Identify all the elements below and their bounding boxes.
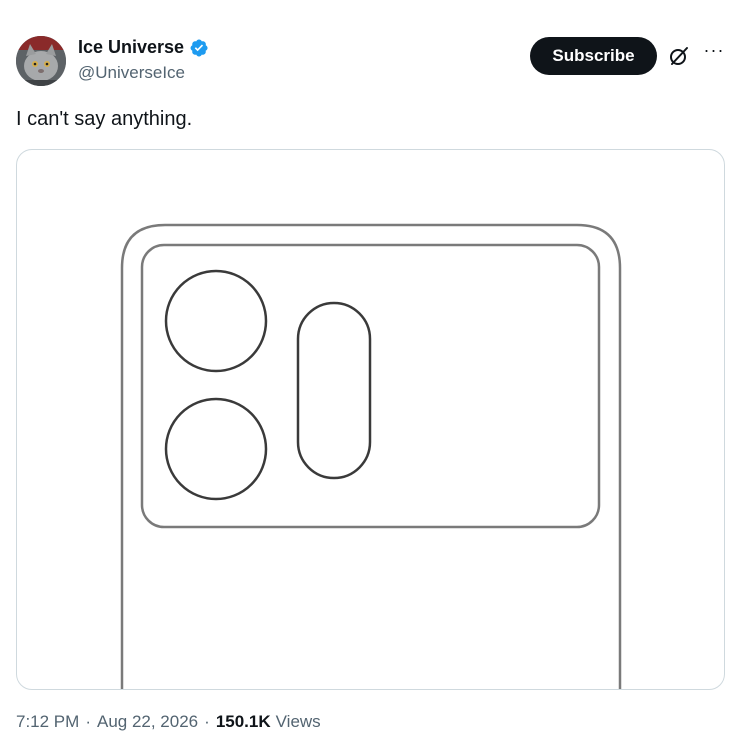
- author-handle[interactable]: @UniverseIce: [78, 63, 185, 83]
- tweet-date[interactable]: Aug 22, 2026: [97, 712, 198, 732]
- views-count: 150.1K: [215, 712, 271, 731]
- meta-separator: ·: [85, 712, 91, 731]
- author-display-name[interactable]: Ice Universe: [78, 37, 184, 58]
- author-name-row[interactable]: Ice Universe: [78, 37, 209, 58]
- phone-camera-sketch: [120, 223, 622, 689]
- tweet-time[interactable]: 7:12 PM: [16, 712, 79, 732]
- tweet-media-image[interactable]: [16, 149, 725, 690]
- tweet-text: I can't say anything.: [16, 108, 193, 130]
- avatar[interactable]: [16, 36, 66, 86]
- meta-separator: ·: [204, 712, 210, 731]
- grok-icon[interactable]: [667, 44, 691, 68]
- tweet-meta: 7:12 PM · Aug 22, 2026 · 150.1K Views: [16, 712, 321, 732]
- verified-badge-icon: [189, 38, 209, 58]
- views-label: Views: [275, 712, 321, 731]
- cat-avatar-icon: [16, 36, 66, 86]
- more-options-icon[interactable]: ···: [702, 40, 726, 64]
- subscribe-button[interactable]: Subscribe: [530, 37, 657, 75]
